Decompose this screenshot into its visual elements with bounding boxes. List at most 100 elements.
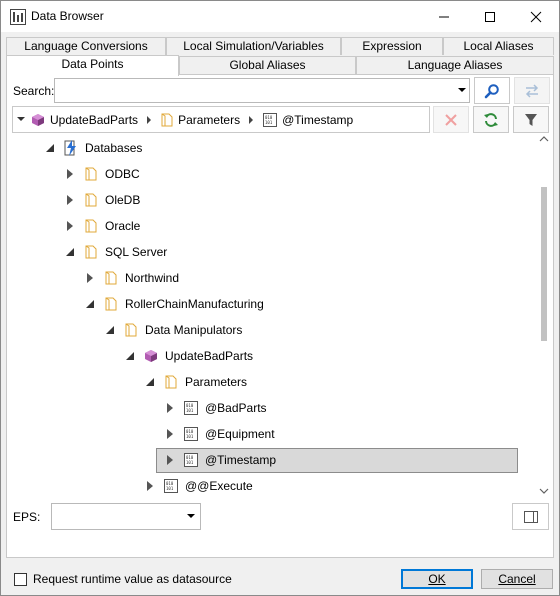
swap-arrows-icon [525,83,539,98]
expand-arrow-icon[interactable] [64,194,76,206]
svg-text:101: 101 [186,408,194,413]
panel-toggle-button[interactable] [512,503,549,530]
magnifier-icon [484,83,499,98]
tree-item-data-manipulators[interactable]: Data Manipulators [104,317,242,343]
expand-arrow-icon[interactable] [64,220,76,232]
scroll-up-icon[interactable] [538,135,550,143]
search-dropdown-button[interactable] [455,79,469,102]
expand-arrow-icon[interactable] [64,168,76,180]
tree-item-parameters[interactable]: Parameters [144,369,247,395]
tab-data-points[interactable]: Data Points [6,55,179,76]
tree-item-odbc[interactable]: ODBC [64,161,140,187]
data-points-tree: Databases ODBC OleDB Oracle SQL Server N… [12,135,551,497]
collapse-arrow-icon[interactable] [104,324,116,336]
filter-button[interactable] [513,106,549,133]
data-browser-window: Data Browser Language Conversions Local … [0,0,560,596]
collapse-arrow-icon[interactable] [124,350,136,362]
panel-icon [523,510,538,523]
ok-button[interactable]: OK [401,569,473,589]
eps-dropdown[interactable] [51,503,201,530]
dialog-footer: Request runtime value as datasource OK C… [1,561,559,595]
parameter-icon: 010 101 [184,452,198,468]
tree-item-oledb[interactable]: OleDB [64,187,140,213]
svg-text:101: 101 [265,120,273,125]
tree-item-sql-server[interactable]: SQL Server [64,239,167,265]
tree-item-badparts[interactable]: 010 101 @BadParts [164,395,267,421]
collapse-arrow-icon[interactable] [64,246,76,258]
runtime-value-label: Request runtime value as datasource [33,572,232,586]
collapse-arrow-icon[interactable] [144,376,156,388]
svg-text:101: 101 [186,460,194,465]
folder-icon [124,322,138,338]
clear-button[interactable] [433,106,469,133]
tree-item-oracle[interactable]: Oracle [64,213,140,239]
breadcrumb-item-timestamp[interactable]: 010 101 @Timestamp [263,112,353,127]
swap-button[interactable] [514,77,550,104]
close-button[interactable] [513,1,559,32]
tree-item-databases[interactable]: Databases [44,135,142,161]
svg-text:101: 101 [166,486,174,491]
tree-item-northwind[interactable]: Northwind [84,265,179,291]
expand-arrow-icon[interactable] [144,480,156,492]
expand-arrow-icon[interactable] [164,454,176,466]
tree-item-execute[interactable]: 010 101 @@Execute [144,473,253,497]
search-input[interactable] [54,78,470,103]
folder-icon [84,166,98,182]
search-button[interactable] [474,77,510,104]
window-title: Data Browser [31,9,104,23]
runtime-value-checkbox[interactable] [14,573,27,586]
tree-item-timestamp[interactable]: 010 101 @Timestamp [156,447,518,473]
minimize-button[interactable] [421,1,467,32]
folder-icon [104,296,118,312]
eps-label: EPS: [13,510,41,524]
app-icon [10,9,26,25]
dropdown-arrow-icon [187,514,195,518]
folder-icon [84,192,98,208]
cancel-button[interactable]: Cancel [481,569,553,589]
tab-language-conversions[interactable]: Language Conversions [6,37,166,55]
breadcrumb-item-updatebadparts[interactable]: UpdateBadParts [31,113,138,127]
tab-language-aliases[interactable]: Language Aliases [356,56,554,74]
maximize-icon [485,11,495,22]
parameter-icon: 010 101 [164,478,178,494]
parameter-icon: 010 101 [263,112,278,127]
breadcrumb-item-parameters[interactable]: Parameters [161,113,240,127]
folder-icon [84,218,98,234]
collapse-arrow-icon[interactable] [84,298,96,310]
refresh-icon [484,112,498,127]
breadcrumb-dropdown-icon[interactable] [17,117,25,122]
scroll-thumb[interactable] [541,187,547,341]
tree-item-rollerchainmanufacturing[interactable]: RollerChainManufacturing [84,291,264,317]
cube-icon [144,348,158,364]
expand-arrow-icon[interactable] [164,428,176,440]
expand-arrow-icon[interactable] [84,272,96,284]
tab-global-aliases[interactable]: Global Aliases [179,56,356,74]
tab-local-simulation-variables[interactable]: Local Simulation/Variables [166,37,341,55]
minimize-icon [439,16,449,17]
cube-icon [32,113,44,126]
tree-scrollbar[interactable] [538,135,550,497]
tab-strip: Language Conversions Local Simulation/Va… [6,37,554,76]
tree-item-equipment[interactable]: 010 101 @Equipment [164,421,275,447]
data-points-panel: Search: UpdateBadParts Parameters 010 10… [6,74,554,558]
scroll-down-icon[interactable] [538,487,550,495]
close-icon [530,11,542,22]
maximize-button[interactable] [467,1,513,32]
dropdown-arrow-icon [458,88,466,92]
tree-item-updatebadparts[interactable]: UpdateBadParts [124,343,253,369]
folder-icon [161,113,173,126]
folder-icon [104,270,118,286]
database-icon [64,140,78,156]
expand-arrow-icon[interactable] [164,402,176,414]
folder-icon [84,244,98,260]
breadcrumb: UpdateBadParts Parameters 010 101 @Times… [12,106,430,133]
parameter-icon: 010 101 [184,400,198,416]
title-bar: Data Browser [1,1,559,32]
tab-local-aliases[interactable]: Local Aliases [443,37,554,55]
tab-expression[interactable]: Expression [341,37,443,55]
refresh-button[interactable] [473,106,509,133]
delete-x-icon [445,113,457,126]
svg-text:101: 101 [186,434,194,439]
collapse-arrow-icon[interactable] [44,142,56,154]
folder-icon [164,374,178,390]
